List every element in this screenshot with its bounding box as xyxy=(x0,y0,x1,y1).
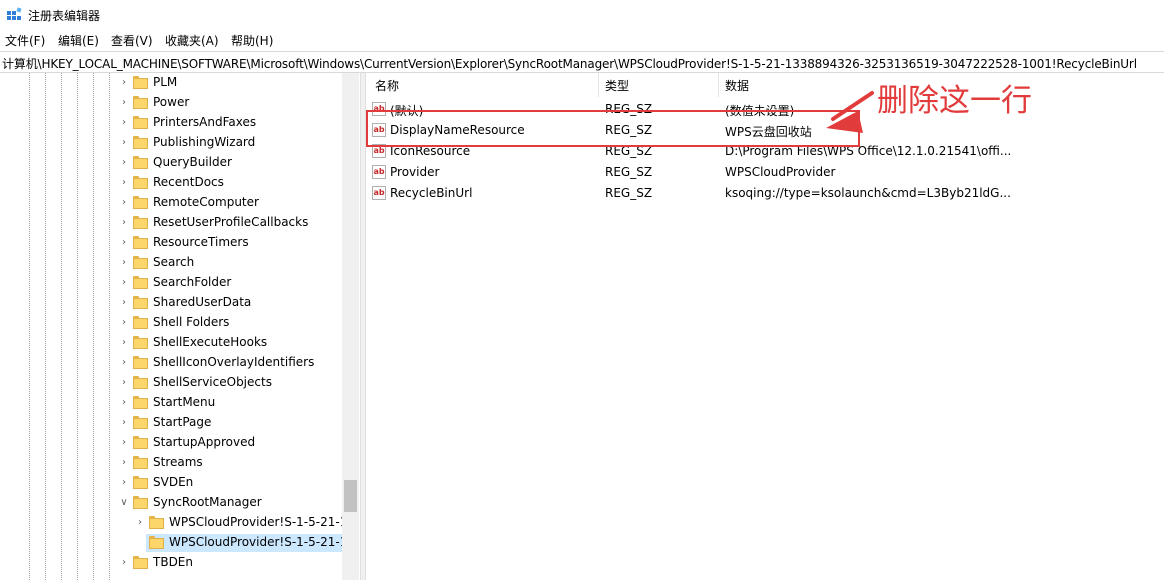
annotation-text: 删除这一行 xyxy=(877,83,1032,119)
